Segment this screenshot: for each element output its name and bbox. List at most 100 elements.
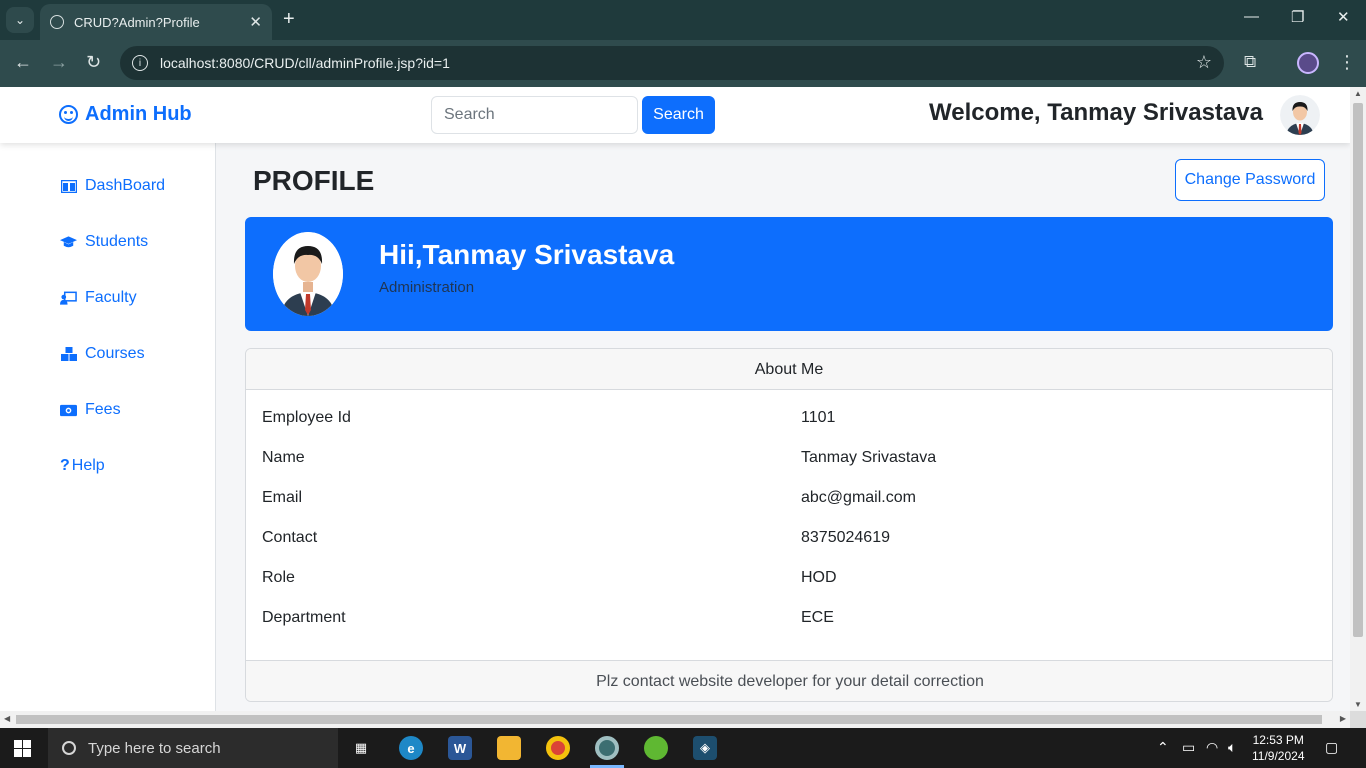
detail-label: Contact	[262, 529, 318, 546]
detail-value: HOD	[801, 569, 837, 586]
task-view-icon[interactable]: ▦	[349, 736, 373, 760]
detail-label: Name	[262, 449, 305, 466]
boxes-icon	[60, 347, 77, 361]
detail-row-role: Role HOD	[262, 569, 1322, 587]
notification-icon[interactable]: ▢	[1325, 739, 1338, 756]
tab-title: CRUD?Admin?Profile	[74, 14, 200, 30]
top-navbar: Admin Hub Search Welcome, Tanmay Srivast…	[0, 87, 1350, 143]
back-icon[interactable]: ←	[14, 52, 32, 73]
address-bar[interactable]: i localhost:8080/CRUD/cll/adminProfile.j…	[120, 46, 1224, 80]
sidebar-item-faculty[interactable]: Faculty	[60, 289, 137, 307]
sidebar-item-fees[interactable]: Fees	[60, 401, 121, 419]
brand-name: Admin Hub	[85, 103, 192, 125]
site-info-icon[interactable]: i	[132, 55, 148, 71]
scrollbar-thumb[interactable]	[16, 715, 1322, 724]
vertical-scrollbar[interactable]: ▲ ▼	[1350, 87, 1366, 711]
scroll-right-icon[interactable]: ▶	[1340, 714, 1346, 723]
battery-icon[interactable]: ▭	[1182, 739, 1195, 756]
taskbar-search-text: Type here to search	[88, 739, 221, 757]
globe-icon	[50, 15, 64, 29]
detail-row-department: Department ECE	[262, 609, 1322, 627]
sidebar-item-help[interactable]: ? Help	[60, 457, 105, 475]
browser-menu-icon[interactable]: ⋮	[1338, 52, 1356, 73]
detail-value: 8375024619	[801, 529, 890, 546]
profile-greeting: Hii,Tanmay Srivastava	[379, 239, 675, 270]
welcome-text: Welcome, Tanmay Srivastava	[929, 99, 1263, 126]
sidebar-item-label: Students	[85, 233, 149, 250]
file-explorer-icon[interactable]	[497, 736, 521, 760]
system-clock[interactable]: 12:53 PM 11/9/2024	[1252, 732, 1305, 764]
detail-row-name: Name Tanmay Srivastava	[262, 449, 1322, 467]
profile-avatar	[273, 232, 343, 316]
layout-icon	[60, 179, 77, 193]
search-icon	[62, 741, 76, 755]
clock-time: 12:53 PM	[1252, 733, 1304, 747]
sidebar-item-students[interactable]: Students	[60, 233, 148, 251]
scrollbar-corner	[1350, 711, 1366, 728]
mysql-workbench-icon[interactable]: ◈	[693, 736, 717, 760]
page-viewport: Admin Hub Search Welcome, Tanmay Srivast…	[0, 87, 1350, 711]
chevron-up-icon[interactable]: ⌃	[1157, 739, 1169, 756]
detail-row-email: Email abc@gmail.com	[262, 489, 1322, 507]
scroll-left-icon[interactable]: ◀	[4, 714, 10, 723]
profile-banner: Hii,Tanmay Srivastava Administration	[245, 217, 1333, 331]
horizontal-scrollbar[interactable]: ◀ ▶	[0, 711, 1350, 728]
extensions-icon[interactable]: ⧉	[1244, 52, 1256, 72]
scroll-down-icon[interactable]: ▼	[1354, 700, 1362, 709]
spring-tool-icon[interactable]	[644, 736, 668, 760]
sidebar-item-dashboard[interactable]: DashBoard	[60, 177, 165, 195]
detail-label: Department	[262, 609, 346, 626]
sidebar-item-label: Faculty	[85, 289, 137, 306]
browser-profile-avatar[interactable]	[1297, 52, 1319, 74]
new-tab-icon[interactable]: +	[283, 8, 295, 31]
bookmark-star-icon[interactable]: ☆	[1196, 52, 1212, 73]
windows-start-icon[interactable]	[14, 740, 31, 757]
tab-search-dropdown-icon[interactable]: ⌄	[6, 7, 34, 33]
change-password-button[interactable]: Change Password	[1175, 159, 1325, 201]
sidebar-item-courses[interactable]: Courses	[60, 345, 145, 363]
reload-icon[interactable]: ↻	[86, 52, 101, 73]
detail-label: Role	[262, 569, 295, 586]
sidebar-item-label: Fees	[85, 401, 121, 418]
profile-role: Administration	[379, 279, 475, 296]
brand-logo[interactable]: Admin Hub	[59, 103, 192, 126]
sidebar-item-label: DashBoard	[85, 177, 166, 194]
money-icon	[60, 403, 77, 417]
smile-icon	[59, 105, 78, 124]
sidebar-item-label: Courses	[85, 345, 145, 362]
detail-value: abc@gmail.com	[801, 489, 916, 506]
graduation-cap-icon	[60, 235, 77, 249]
question-icon: ?	[60, 457, 70, 474]
teacher-board-icon	[60, 291, 77, 305]
browser-toolbar: ← → ↻ i localhost:8080/CRUD/cll/adminPro…	[0, 40, 1366, 87]
chrome-icon[interactable]	[546, 736, 570, 760]
browser-tab-strip: ⌄ CRUD?Admin?Profile ✕ + — ❐ ✕	[0, 0, 1366, 40]
taskbar-search[interactable]: Type here to search	[48, 728, 338, 768]
clock-date: 11/9/2024	[1252, 749, 1305, 763]
detail-value: ECE	[801, 609, 834, 626]
volume-icon[interactable]: 🔈︎	[1228, 739, 1236, 756]
tab-close-icon[interactable]: ✕	[249, 13, 262, 31]
edge-icon[interactable]: e	[399, 736, 423, 760]
minimize-icon[interactable]: —	[1244, 8, 1259, 25]
scrollbar-thumb[interactable]	[1353, 103, 1363, 637]
window-close-icon[interactable]: ✕	[1337, 8, 1350, 26]
restore-icon[interactable]: ❐	[1291, 8, 1304, 26]
scroll-up-icon[interactable]: ▲	[1354, 89, 1362, 98]
search-input[interactable]	[431, 96, 638, 134]
detail-value: Tanmay Srivastava	[801, 449, 937, 466]
about-me-footer: Plz contact website developer for your d…	[246, 660, 1332, 701]
detail-row-contact: Contact 8375024619	[262, 529, 1322, 547]
browser-tab[interactable]: CRUD?Admin?Profile ✕	[40, 4, 272, 40]
chrome-profile-icon[interactable]	[595, 736, 619, 760]
detail-value: 1101	[801, 409, 836, 426]
detail-label: Employee Id	[262, 409, 351, 426]
search-button[interactable]: Search	[642, 96, 715, 134]
url-text: localhost:8080/CRUD/cll/adminProfile.jsp…	[160, 55, 450, 71]
word-icon[interactable]: W	[448, 736, 472, 760]
forward-icon[interactable]: →	[50, 52, 68, 73]
wifi-icon[interactable]: ◠	[1206, 739, 1218, 756]
taskbar: Type here to search ▦ e W ◈ ⌃ ▭ ◠ 🔈︎ 12:…	[0, 728, 1366, 768]
avatar[interactable]	[1280, 95, 1320, 135]
page-title: PROFILE	[253, 165, 375, 196]
